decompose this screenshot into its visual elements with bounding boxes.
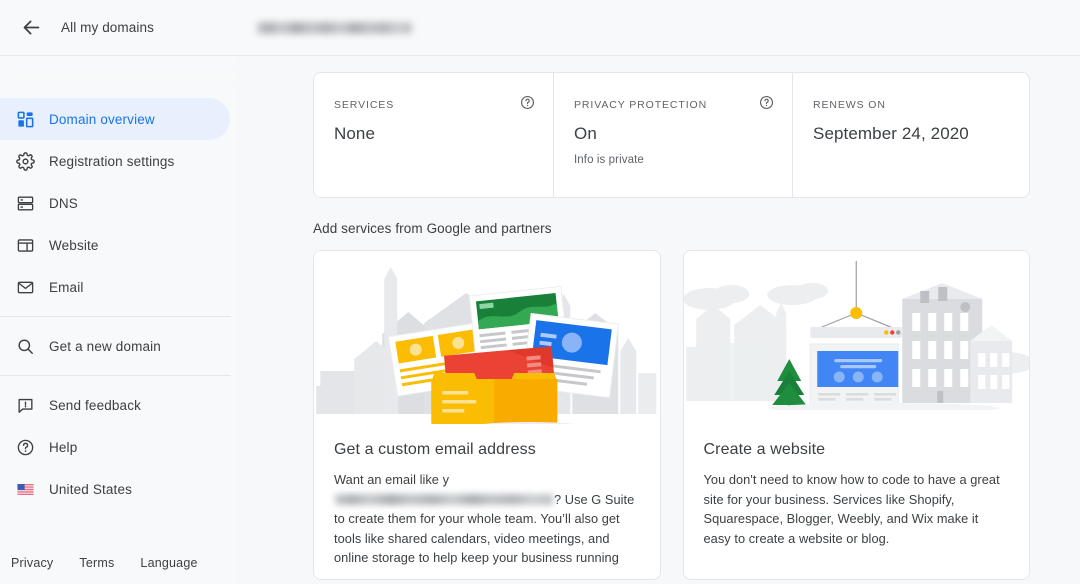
sidebar-footer-links: Privacy Terms Language xyxy=(0,556,198,570)
sidebar-item-label: Get a new domain xyxy=(49,338,161,354)
sidebar-item-email[interactable]: Email xyxy=(0,266,230,308)
promo-card-create-website[interactable]: Create a website You don't need to know … xyxy=(682,250,1030,580)
top-bar-domain-title xyxy=(237,0,1080,55)
back-button[interactable] xyxy=(14,11,48,45)
top-bar: All my domains xyxy=(0,0,1080,56)
sidebar-divider-1 xyxy=(0,316,231,317)
domain-summary-card: SERVICES None PRIVACY PROTECTION On Info… xyxy=(313,72,1030,198)
help-circle-icon xyxy=(10,438,40,457)
summary-value: None xyxy=(334,124,376,143)
gear-icon xyxy=(10,151,40,171)
sidebar-nav: Domain overview Registration settings DN… xyxy=(0,98,237,510)
sidebar-divider-2 xyxy=(0,375,231,376)
sidebar-domain-redacted xyxy=(16,72,253,82)
website-builder-illustration xyxy=(683,251,1029,429)
section-title-add-services: Add services from Google and partners xyxy=(313,221,552,236)
arrow-back-icon xyxy=(21,17,42,38)
promo-text-before: Want an email like y xyxy=(334,472,450,487)
promo-cards-row: Get a custom email address Want an email… xyxy=(313,250,1030,580)
domain-overview-page: All my domains Domain overview Registrat… xyxy=(0,0,1080,584)
email-redacted xyxy=(335,493,553,505)
top-bar-left: All my domains xyxy=(0,0,237,55)
summary-sub: Info is private xyxy=(574,154,644,166)
summary-value: On xyxy=(574,124,597,143)
summary-column-renews-on: RENEWS ON September 24, 2020 xyxy=(792,73,1029,197)
website-icon xyxy=(10,236,40,255)
promo-description: You don't need to know how to code to ha… xyxy=(703,472,1000,546)
promo-body: Create a website You don't need to know … xyxy=(684,429,1030,548)
sidebar-item-registration-settings[interactable]: Registration settings xyxy=(0,140,230,182)
main-content: SERVICES None PRIVACY PROTECTION On Info… xyxy=(237,56,1080,584)
dashboard-icon xyxy=(10,110,40,129)
mail-box-illustration xyxy=(314,251,660,429)
sidebar-item-label: Help xyxy=(49,439,78,455)
summary-column-privacy-protection: PRIVACY PROTECTION On Info is private xyxy=(553,73,792,197)
envelope-icon xyxy=(10,278,40,297)
promo-description: Want an email like y? Use G Suite to cre… xyxy=(334,470,640,568)
summary-column-services: SERVICES None xyxy=(314,73,553,197)
sidebar-domain-name xyxy=(0,56,253,98)
promo-card-custom-email[interactable]: Get a custom email address Want an email… xyxy=(313,250,661,580)
dns-icon xyxy=(10,194,40,213)
summary-value: September 24, 2020 xyxy=(813,124,969,143)
summary-label: RENEWS ON xyxy=(813,99,886,111)
sidebar-item-label: Send feedback xyxy=(49,397,142,413)
promo-body: Get a custom email address Want an email… xyxy=(314,429,660,568)
sidebar-item-label: Email xyxy=(49,279,84,295)
sidebar-item-send-feedback[interactable]: Send feedback xyxy=(0,384,230,426)
footer-link-terms[interactable]: Terms xyxy=(79,556,114,570)
sidebar: Domain overview Registration settings DN… xyxy=(0,56,253,584)
sidebar-item-dns[interactable]: DNS xyxy=(0,182,230,224)
help-circle-icon[interactable] xyxy=(759,95,774,115)
promo-title: Get a custom email address xyxy=(334,441,536,458)
sidebar-item-domain-overview[interactable]: Domain overview xyxy=(0,98,230,140)
sidebar-item-label: United States xyxy=(49,481,132,497)
help-circle-icon[interactable] xyxy=(520,95,535,115)
sidebar-item-website[interactable]: Website xyxy=(0,224,230,266)
sidebar-item-label: DNS xyxy=(49,195,78,211)
search-icon xyxy=(10,337,40,356)
feedback-icon xyxy=(10,396,40,415)
sidebar-item-label: Registration settings xyxy=(49,153,175,169)
footer-link-privacy[interactable]: Privacy xyxy=(11,556,53,570)
sidebar-item-united-states[interactable]: United States xyxy=(0,468,230,510)
page-body: Domain overview Registration settings DN… xyxy=(0,56,1080,584)
all-my-domains-link[interactable]: All my domains xyxy=(61,20,154,35)
promo-title: Create a website xyxy=(703,441,826,458)
domain-name-redacted xyxy=(257,21,412,34)
us-flag-icon xyxy=(10,483,40,495)
sidebar-item-label: Domain overview xyxy=(49,111,155,127)
footer-link-language[interactable]: Language xyxy=(140,556,197,570)
sidebar-item-get-a-new-domain[interactable]: Get a new domain xyxy=(0,325,230,367)
sidebar-item-help[interactable]: Help xyxy=(0,426,230,468)
sidebar-item-label: Website xyxy=(49,237,99,253)
